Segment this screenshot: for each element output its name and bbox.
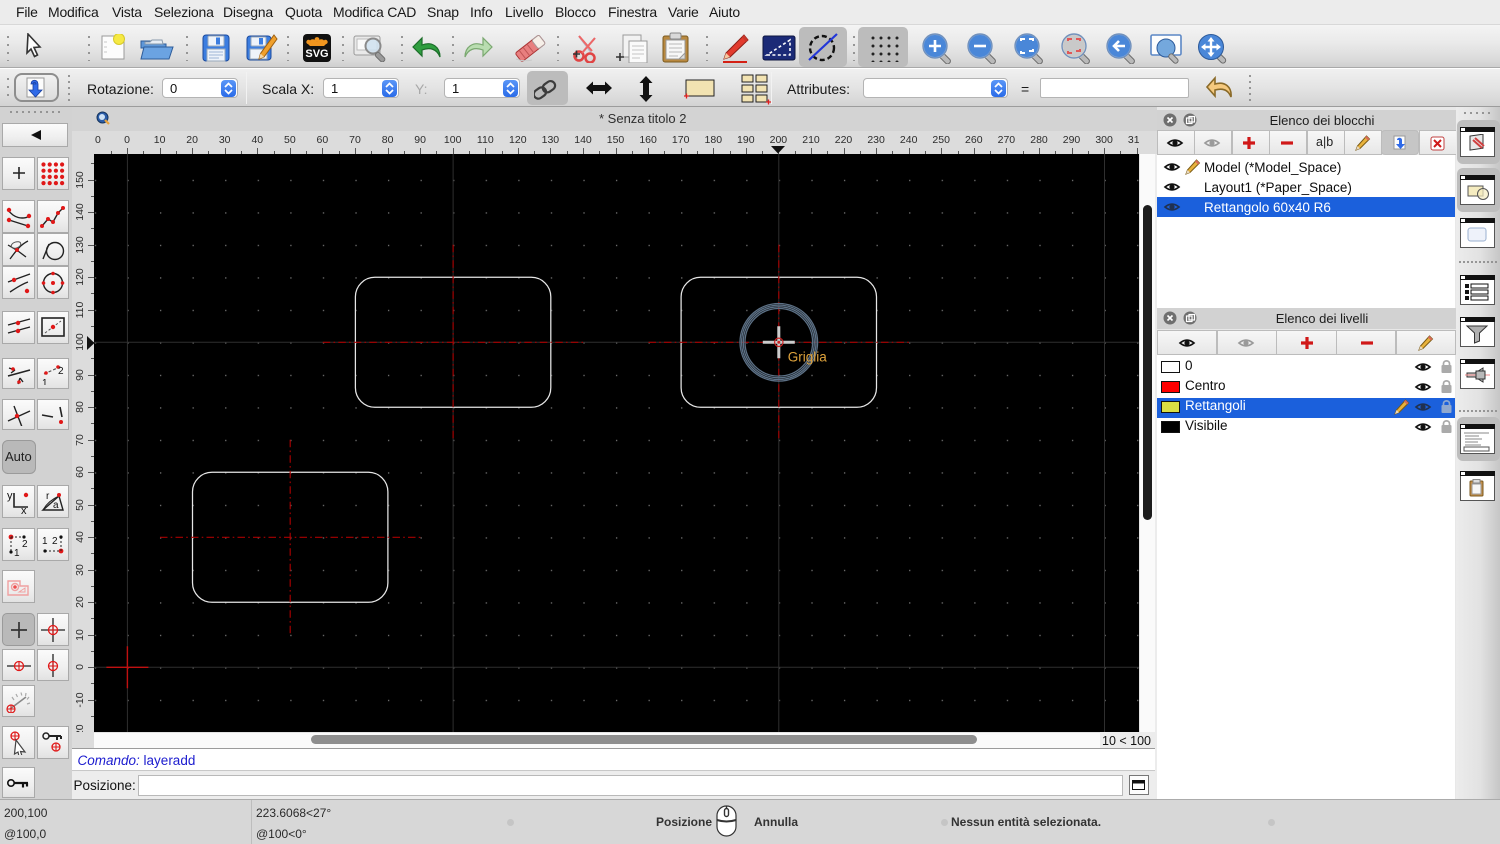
svg-text:SVG: SVG xyxy=(305,48,328,60)
svg-text:r: r xyxy=(46,491,50,502)
svg-text:2: 2 xyxy=(58,366,64,377)
svg-text:2: 2 xyxy=(52,536,58,547)
svg-text:1: 1 xyxy=(42,536,48,547)
svg-text:1: 1 xyxy=(14,548,20,557)
svg-text:Griglia: Griglia xyxy=(788,349,828,364)
svg-text:x: x xyxy=(21,505,27,514)
svg-text:y: y xyxy=(7,490,13,502)
svg-text:2: 2 xyxy=(22,539,28,550)
svg-text:1: 1 xyxy=(42,378,48,385)
svg-text:a: a xyxy=(53,500,59,511)
